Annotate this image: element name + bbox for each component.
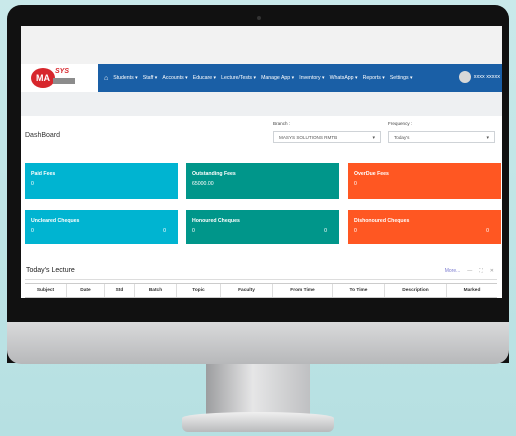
tile-honoured-cheques[interactable]: Honoured Cheques 0 0 xyxy=(186,210,339,244)
nav-item-staff[interactable]: Staff ▾ xyxy=(143,75,158,81)
column-header-topic[interactable]: Topic xyxy=(177,284,221,297)
camera-dot xyxy=(257,16,261,20)
column-header-batch[interactable]: Batch xyxy=(135,284,177,297)
tile-value-secondary: 0 xyxy=(486,228,489,234)
tile-label: Uncleared Cheques xyxy=(31,218,80,224)
frequency-select-value: Today's xyxy=(394,135,410,140)
lecture-title: Today's Lecture xyxy=(26,267,75,274)
chevron-down-icon: ▾ xyxy=(372,135,375,141)
column-header-to-time[interactable]: To Time xyxy=(333,284,385,297)
divider xyxy=(25,279,497,280)
column-header-date[interactable]: Date xyxy=(67,284,105,297)
branch-select-value: MASYS SOLUTIONS RMTB xyxy=(279,135,338,140)
tile-overdue-fees[interactable]: OverDue Fees 0 xyxy=(348,163,501,199)
tile-label: Paid Fees xyxy=(31,171,56,177)
lecture-table-header: Subject Date Std Batch Topic Faculty Fro… xyxy=(25,283,497,298)
column-header-from-time[interactable]: From Time xyxy=(273,284,333,297)
branch-select[interactable]: MASYS SOLUTIONS RMTB ▾ xyxy=(273,131,381,143)
screen: MA SYS ⌂ Students ▾ Staff ▾ Accounts ▾ E… xyxy=(21,26,502,298)
tile-value: 0 xyxy=(31,228,34,234)
browser-top-area xyxy=(21,26,502,64)
logo-mark: MA xyxy=(31,68,55,88)
tile-label: Honoured Cheques xyxy=(192,218,240,224)
minimize-icon[interactable]: — xyxy=(467,268,472,274)
logo-text: SYS xyxy=(55,68,70,75)
column-header-subject[interactable]: Subject xyxy=(25,284,67,297)
nav-item-whatsapp[interactable]: WhatsApp ▾ xyxy=(330,75,358,81)
tile-value: 0 xyxy=(354,228,357,234)
avatar xyxy=(458,71,471,83)
home-icon[interactable]: ⌂ xyxy=(104,75,108,82)
nav-item-students[interactable]: Students ▾ xyxy=(113,75,138,81)
nav-item-accounts[interactable]: Accounts ▾ xyxy=(162,75,187,81)
logo-bar xyxy=(53,78,75,84)
main-navbar: MA SYS ⌂ Students ▾ Staff ▾ Accounts ▾ E… xyxy=(21,64,502,92)
lecture-actions: More... — ⛶ ✕ xyxy=(445,268,494,274)
tile-paid-fees[interactable]: Paid Fees 0 xyxy=(25,163,178,199)
tile-value-secondary: 0 xyxy=(163,228,166,234)
nav-item-lecture-tests[interactable]: Lecture/Tests ▾ xyxy=(221,75,256,81)
expand-icon[interactable]: ⛶ xyxy=(479,268,483,274)
tile-value: 0 xyxy=(354,181,357,187)
nav-item-educare[interactable]: Educare ▾ xyxy=(193,75,216,81)
tile-label: OverDue Fees xyxy=(354,171,389,177)
monitor-stand xyxy=(206,364,310,414)
close-icon[interactable]: ✕ xyxy=(490,268,494,274)
nav-item-inventory[interactable]: Inventory ▾ xyxy=(299,75,324,81)
nav-item-reports[interactable]: Reports ▾ xyxy=(363,75,385,81)
column-header-faculty[interactable]: Faculty xyxy=(221,284,273,297)
tile-value: 65000.00 xyxy=(192,181,214,187)
user-name: xxxx xxxxx xyxy=(473,74,500,80)
monitor-base xyxy=(182,412,334,432)
more-link[interactable]: More... xyxy=(445,268,461,274)
subheader-strip xyxy=(21,92,502,116)
frequency-label: Frequency : xyxy=(388,121,413,126)
tile-dishonoured-cheques[interactable]: Dishonoured Cheques 0 0 xyxy=(348,210,501,244)
user-menu[interactable]: xxxx xxxxx xyxy=(458,71,500,83)
tile-label: Dishonoured Cheques xyxy=(354,218,410,224)
page-title: DashBoard xyxy=(25,132,61,139)
monitor-chin xyxy=(7,322,509,364)
nav-menu: ⌂ Students ▾ Staff ▾ Accounts ▾ Educare … xyxy=(98,75,413,82)
branch-label: Branch : xyxy=(273,121,291,126)
nav-item-manage-app[interactable]: Manage App ▾ xyxy=(261,75,294,81)
column-header-marked[interactable]: Marked xyxy=(447,284,497,297)
chevron-down-icon: ▾ xyxy=(486,135,489,141)
nav-item-settings[interactable]: Settings ▾ xyxy=(390,75,413,81)
tile-value: 0 xyxy=(31,181,34,187)
tile-outstanding-fees[interactable]: Outstanding Fees 65000.00 xyxy=(186,163,339,199)
column-header-std[interactable]: Std xyxy=(105,284,135,297)
tile-value-secondary: 0 xyxy=(324,228,327,234)
app-logo[interactable]: MA SYS xyxy=(21,64,98,92)
column-header-description[interactable]: Description xyxy=(385,284,447,297)
tile-uncleared-cheques[interactable]: Uncleared Cheques 0 0 xyxy=(25,210,178,244)
tile-label: Outstanding Fees xyxy=(192,171,236,177)
frequency-select[interactable]: Today's ▾ xyxy=(388,131,495,143)
tile-value: 0 xyxy=(192,228,195,234)
